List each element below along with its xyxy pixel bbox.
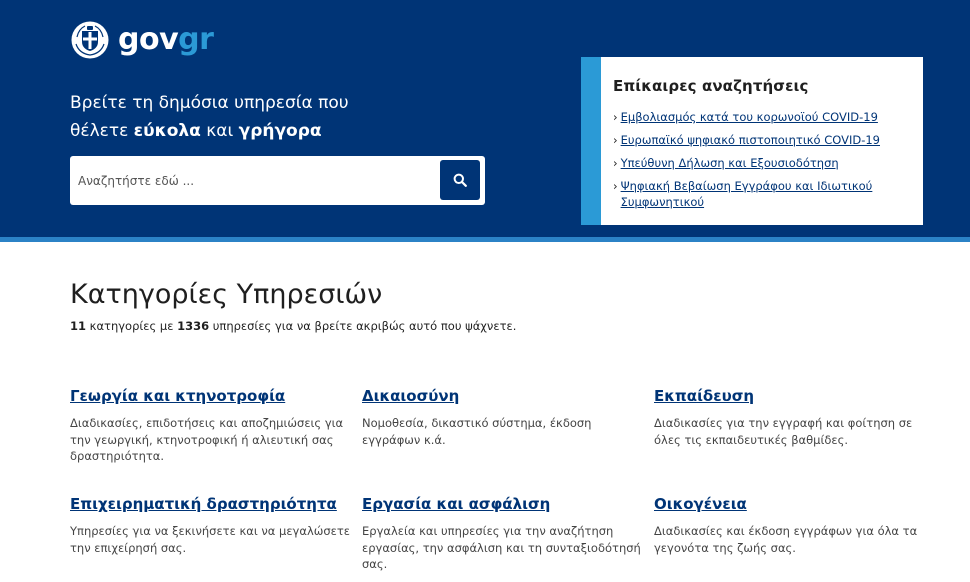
trending-item: › Εμβολιασμός κατά του κορωνοϊού COVID-19 [613,109,911,125]
category-card: Εκπαίδευση Διαδικασίες για την εγγραφή κ… [654,387,924,448]
chevron-right-icon: › [613,133,618,147]
category-description: Νομοθεσία, δικαστικό σύστημα, έκδοση εγγ… [362,416,592,447]
trending-link[interactable]: Ψηφιακή Βεβαίωση Εγγράφου και Ιδιωτικού … [621,178,911,210]
category-card: Επιχειρηματική δραστηριότητα Υπηρεσίες γ… [70,495,355,556]
chevron-right-icon: › [613,110,618,124]
trending-link[interactable]: Υπεύθυνη Δήλωση και Εξουσιοδότηση [621,155,839,171]
category-description: Διαδικασίες και έκδοση εγγράφων για όλα … [654,524,918,555]
trending-link[interactable]: Ευρωπαϊκό ψηφιακό πιστοποιητικό COVID-19 [621,132,880,148]
search-button[interactable] [440,160,480,200]
category-link-family[interactable]: Οικογένεια [654,495,924,513]
category-card: Οικογένεια Διαδικασίες και έκδοση εγγράφ… [654,495,924,556]
category-description: Διαδικασίες για την εγγραφή και φοίτηση … [654,416,913,447]
category-link-employment[interactable]: Εργασία και ασφάλιση [362,495,647,513]
category-card: Γεωργία και κτηνοτροφία Διαδικασίες, επι… [70,387,355,465]
category-description: Εργαλεία και υπηρεσίες για την αναζήτηση… [362,524,641,571]
categories-summary: 11 κατηγορίες με 1336 υπηρεσίες για να β… [70,319,517,333]
govgr-logo[interactable]: govgr [70,20,214,60]
hero-divider [0,237,970,242]
category-card: Δικαιοσύνη Νομοθεσία, δικαστικό σύστημα,… [362,387,647,448]
trending-link[interactable]: Εμβολιασμός κατά του κορωνοϊού COVID-19 [621,109,878,125]
logo-wordmark: govgr [118,22,214,57]
hero-tagline: Βρείτε τη δημόσια υπηρεσία που θέλετε εύ… [70,93,349,141]
category-link-justice[interactable]: Δικαιοσύνη [362,387,647,405]
search-icon [453,173,467,187]
category-link-business[interactable]: Επιχειρηματική δραστηριότητα [70,495,355,513]
greek-coat-of-arms-icon [71,21,109,59]
trending-item: › Ευρωπαϊκό ψηφιακό πιστοποιητικό COVID-1… [613,132,911,148]
category-link-education[interactable]: Εκπαίδευση [654,387,924,405]
chevron-right-icon: › [613,179,618,193]
category-card: Εργασία και ασφάλιση Εργαλεία και υπηρεσ… [362,495,647,573]
category-description: Διαδικασίες, επιδοτήσεις και αποζημιώσει… [70,416,344,463]
search-bar [70,156,485,205]
category-link-agriculture[interactable]: Γεωργία και κτηνοτροφία [70,387,355,405]
chevron-right-icon: › [613,156,618,170]
trending-item: › Ψηφιακή Βεβαίωση Εγγράφου και Ιδιωτικού… [613,178,911,210]
categories-heading: Κατηγορίες Υπηρεσιών [70,279,383,310]
trending-item: › Υπεύθυνη Δήλωση και Εξουσιοδότηση [613,155,911,171]
trending-title: Επίκαιρες αναζητήσεις [613,77,809,95]
category-count: 11 [70,319,87,333]
trending-searches-panel: Επίκαιρες αναζητήσεις › Εμβολιασμός κατά … [581,57,923,225]
category-description: Υπηρεσίες για να ξεκινήσετε και να μεγαλ… [70,524,351,555]
search-input[interactable] [78,162,433,199]
service-count: 1336 [177,319,210,333]
